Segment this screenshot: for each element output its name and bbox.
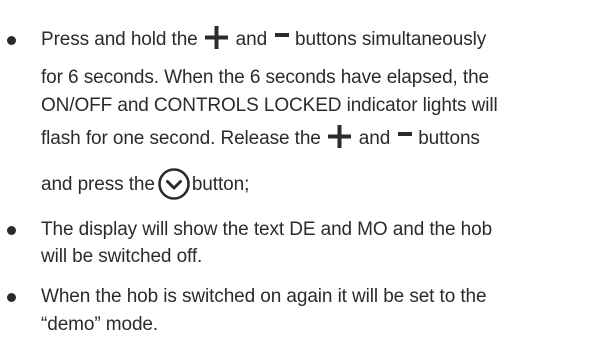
instruction-text: buttons simultaneously	[295, 28, 487, 50]
bullet-icon	[7, 293, 16, 302]
instruction-text: buttons	[418, 127, 480, 149]
instruction-line: will be switched off.	[41, 246, 203, 267]
instruction-line: ON/OFF and CONTROLS LOCKED indicator lig…	[41, 95, 498, 116]
instruction-text: and	[358, 127, 391, 149]
minus-icon	[398, 127, 413, 141]
bullet-icon	[7, 36, 16, 45]
instruction-line: for 6 seconds. When the 6 seconds have e…	[41, 67, 490, 88]
clock-icon	[157, 167, 191, 201]
instruction-line: “demo” mode.	[41, 314, 159, 335]
bullet-icon	[7, 226, 16, 235]
instruction-text: button;	[191, 174, 250, 195]
plus-icon	[204, 26, 228, 49]
instruction-line: The display will show the text DE and MO…	[41, 219, 493, 240]
instruction-text: and	[235, 28, 268, 50]
minus-icon	[275, 28, 290, 42]
instruction-text: flash for one second. Release the	[41, 127, 321, 149]
instruction-text: and press the	[41, 174, 155, 195]
plus-icon	[327, 125, 351, 148]
instruction-line: When the hob is switched on again it wil…	[41, 286, 487, 307]
instruction-line: flash for one second. Release the and butt…	[41, 125, 480, 153]
instruction-line: Press and hold the and buttons simultaneou…	[41, 26, 487, 54]
instruction-line: and press the button;	[41, 168, 250, 200]
instruction-text: Press and hold the	[41, 28, 198, 50]
instruction-list: Press and hold the and buttons simultaneou…	[0, 0, 616, 361]
